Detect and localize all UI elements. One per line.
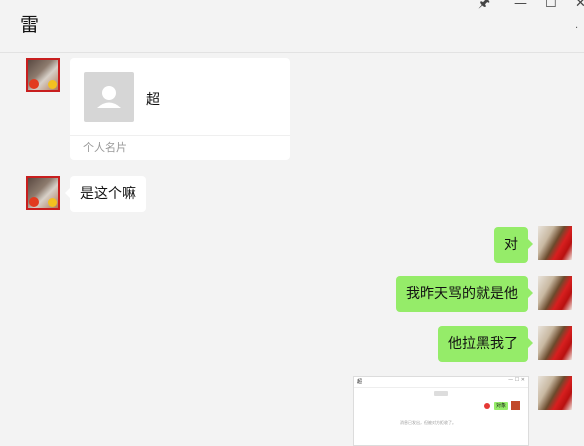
outgoing-message-bubble[interactable]: 我昨天骂的就是他 xyxy=(396,276,533,312)
image-thumb-title: 超 xyxy=(357,379,363,385)
badge-icon xyxy=(48,198,57,207)
self-avatar[interactable] xyxy=(538,276,572,310)
card-divider xyxy=(70,135,290,136)
badge-icon xyxy=(48,80,57,89)
minimize-icon[interactable]: — xyxy=(514,0,527,12)
image-thumb-note: 消息已发出，但被对方拒收了。 xyxy=(400,420,456,425)
sender-avatar[interactable] xyxy=(26,58,60,92)
flag-icon xyxy=(29,197,39,207)
self-avatar[interactable] xyxy=(538,326,572,360)
contact-card-name: 超 xyxy=(146,92,160,108)
outgoing-message-bubble[interactable]: 他拉黑我了 xyxy=(438,326,533,362)
close-icon[interactable]: ✕ xyxy=(575,0,584,12)
maximize-icon[interactable]: ☐ xyxy=(545,0,557,12)
contact-card-message[interactable]: 超 个人名片 xyxy=(70,58,290,160)
chat-title: 雷 xyxy=(20,14,40,36)
image-thumb-header: 超 — ☐ ✕ xyxy=(354,377,528,388)
self-avatar[interactable] xyxy=(538,376,572,410)
sender-avatar[interactable] xyxy=(26,176,60,210)
image-thumb-bubble: 对象 xyxy=(494,402,508,410)
self-avatar[interactable] xyxy=(538,226,572,260)
chat-header: 雷 🖈 — ☐ ✕ · xyxy=(0,0,584,53)
contact-card-footer: 个人名片 xyxy=(83,141,127,154)
image-thumb-controls-icon: — ☐ ✕ xyxy=(508,377,525,383)
image-thumb-avatar xyxy=(511,401,520,410)
contact-avatar-placeholder-icon xyxy=(84,72,134,122)
image-thumb-pill xyxy=(434,391,448,396)
error-dot-icon xyxy=(484,403,490,409)
image-message[interactable]: 超 — ☐ ✕ 对象 消息已发出，但被对方拒收了。 xyxy=(353,376,529,446)
more-icon[interactable]: · xyxy=(575,24,578,34)
incoming-message-bubble[interactable]: 是这个嘛 xyxy=(65,176,146,212)
outgoing-message-bubble[interactable]: 对 xyxy=(494,227,533,263)
pin-icon[interactable]: 🖈 xyxy=(478,0,490,12)
flag-icon xyxy=(29,79,39,89)
